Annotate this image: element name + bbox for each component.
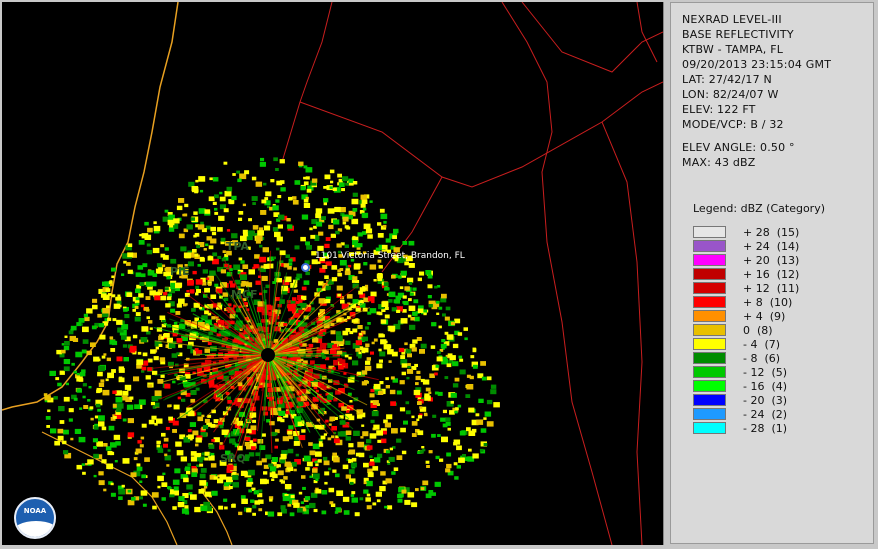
legend: + 28 (15) + 24 (14) + 20 (13) + 16 (12) + 12…: [693, 225, 799, 435]
legend-swatch: [693, 282, 726, 294]
timestamp: 09/20/2013 23:15:04 GMT: [682, 58, 832, 71]
elevation: ELEV: 122 FT: [682, 103, 756, 116]
legend-label: - 4 (7): [743, 337, 781, 351]
legend-label: - 20 (3): [743, 393, 788, 407]
legend-label: + 8 (10): [743, 295, 793, 309]
legend-swatch: [693, 254, 726, 266]
county-line: [281, 2, 333, 163]
site-label-srq: SRQ: [220, 452, 246, 465]
product-type: BASE REFLECTIVITY: [682, 28, 794, 41]
legend-label: + 28 (15): [743, 225, 800, 239]
county-line: [636, 2, 658, 63]
product-line: NEXRAD LEVEL-III: [682, 13, 782, 26]
max-dbz: MAX: 43 dBZ: [682, 156, 756, 169]
road: [299, 81, 663, 188]
site-label-mcf: MCF: [231, 288, 258, 301]
legend-label: + 20 (13): [743, 253, 800, 267]
radar-map[interactable]: TPA PIE MCF SRQ 1101 Victoria Street, Br…: [2, 2, 664, 545]
legend-swatch: [693, 352, 726, 364]
legend-row: + 4 (9): [693, 309, 799, 323]
location-marker[interactable]: [301, 263, 310, 272]
site-label-tpa: TPA: [226, 240, 250, 253]
legend-row: + 12 (11): [693, 281, 799, 295]
legend-row: - 28 (1): [693, 421, 799, 435]
legend-swatch: [693, 324, 726, 336]
legend-row: - 12 (5): [693, 365, 799, 379]
legend-row: + 20 (13): [693, 253, 799, 267]
legend-swatch: [693, 394, 726, 406]
legend-row: + 24 (14): [693, 239, 799, 253]
road: [601, 121, 643, 545]
legend-swatch: [693, 380, 726, 392]
legend-swatch: [693, 408, 726, 420]
site-label-pie: PIE: [170, 265, 190, 278]
county-line: [501, 2, 613, 545]
legend-label: 0 (8): [743, 323, 773, 337]
road: [521, 2, 663, 73]
map-canvas: [2, 2, 663, 545]
legend-title: Legend: dBZ (Category): [693, 202, 825, 215]
legend-swatch: [693, 422, 726, 434]
legend-row: - 24 (2): [693, 407, 799, 421]
legend-label: + 16 (12): [743, 267, 800, 281]
address-label: 1101 Victoria Street, Brandon, FL: [315, 251, 465, 261]
info-panel: NEXRAD LEVEL-III BASE REFLECTIVITY KTBW …: [670, 2, 874, 544]
noaa-logo: NOAA: [14, 497, 56, 539]
radar-site-marker: [261, 348, 275, 362]
legend-label: - 24 (2): [743, 407, 788, 421]
legend-swatch: [693, 240, 726, 252]
legend-row: 0 (8): [693, 323, 799, 337]
legend-swatch: [693, 226, 726, 238]
legend-label: + 24 (14): [743, 239, 800, 253]
legend-row: + 8 (10): [693, 295, 799, 309]
longitude: LON: 82/24/07 W: [682, 88, 779, 101]
scan-info: ELEV ANGLE: 0.50 ° MAX: 43 dBZ: [682, 140, 795, 170]
legend-row: - 8 (6): [693, 351, 799, 365]
elev-angle: ELEV ANGLE: 0.50 °: [682, 141, 795, 154]
legend-label: - 12 (5): [743, 365, 788, 379]
legend-row: + 28 (15): [693, 225, 799, 239]
mode-vcp: MODE/VCP: B / 32: [682, 118, 784, 131]
radar-echo-field: [43, 157, 500, 517]
coastline: [2, 2, 179, 411]
legend-swatch: [693, 366, 726, 378]
legend-row: + 16 (12): [693, 267, 799, 281]
legend-row: - 4 (7): [693, 337, 799, 351]
legend-row: - 16 (4): [693, 379, 799, 393]
legend-label: + 12 (11): [743, 281, 800, 295]
station-info: NEXRAD LEVEL-III BASE REFLECTIVITY KTBW …: [682, 12, 831, 132]
legend-label: - 16 (4): [743, 379, 788, 393]
station-name: KTBW - TAMPA, FL: [682, 43, 784, 56]
legend-swatch: [693, 310, 726, 322]
legend-swatch: [693, 338, 726, 350]
noaa-logo-text: NOAA: [23, 507, 47, 515]
legend-swatch: [693, 268, 726, 280]
legend-row: - 20 (3): [693, 393, 799, 407]
legend-swatch: [693, 296, 726, 308]
bay-shoreline-2: [201, 491, 233, 545]
latitude: LAT: 27/42/17 N: [682, 73, 772, 86]
legend-label: + 4 (9): [743, 309, 786, 323]
legend-label: - 28 (1): [743, 421, 788, 435]
legend-label: - 8 (6): [743, 351, 781, 365]
